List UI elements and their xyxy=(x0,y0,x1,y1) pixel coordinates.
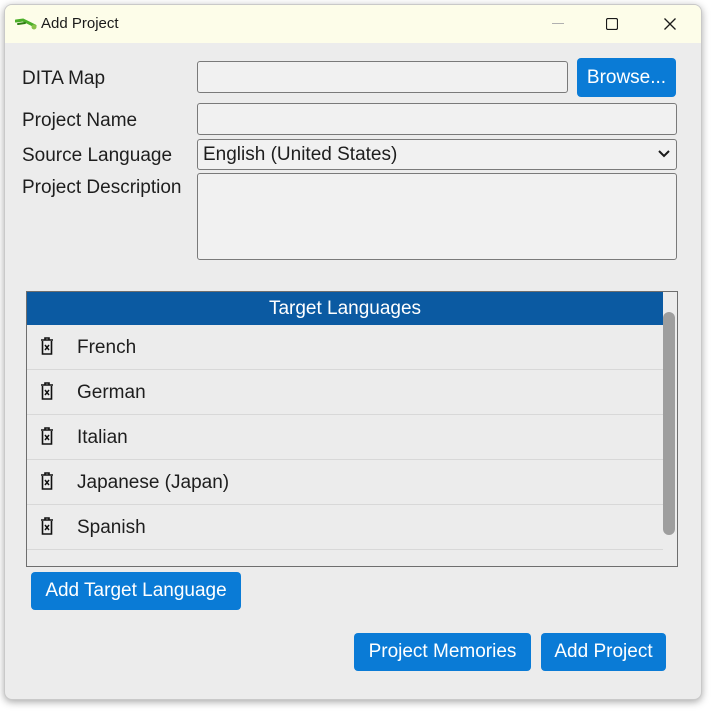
scrollbar-thumb[interactable] xyxy=(663,312,675,535)
add-project-button[interactable]: Add Project xyxy=(541,633,666,671)
project-memories-button[interactable]: Project Memories xyxy=(354,633,531,671)
language-label: German xyxy=(77,382,146,403)
project-name-field[interactable] xyxy=(197,103,677,135)
project-description-field[interactable] xyxy=(197,173,677,260)
title-bar: Add Project xyxy=(5,5,701,43)
list-item: Spanish xyxy=(27,505,663,550)
trash-icon[interactable] xyxy=(40,427,54,445)
project-description-label: Project Description xyxy=(22,177,182,198)
target-languages-panel: Target Languages French German Italian J… xyxy=(26,291,678,567)
trash-icon[interactable] xyxy=(40,337,54,355)
minimize-button[interactable] xyxy=(535,5,581,43)
trash-icon[interactable] xyxy=(40,472,54,490)
maximize-button[interactable] xyxy=(589,5,635,43)
source-language-select[interactable]: English (United States) xyxy=(197,139,677,170)
add-target-language-button[interactable]: Add Target Language xyxy=(31,572,241,610)
list-item: German xyxy=(27,370,663,415)
dita-map-field[interactable] xyxy=(197,61,568,93)
list-item: French xyxy=(27,325,663,370)
source-language-value: English (United States) xyxy=(203,144,398,165)
maximize-icon xyxy=(606,18,618,30)
project-name-label: Project Name xyxy=(22,110,138,131)
browse-button[interactable]: Browse... xyxy=(577,58,676,97)
list-item: Italian xyxy=(27,415,663,460)
language-label: Italian xyxy=(77,427,128,448)
app-icon xyxy=(15,18,37,30)
trash-icon[interactable] xyxy=(40,517,54,535)
target-languages-header: Target Languages xyxy=(27,292,663,325)
target-languages-list: French German Italian Japanese (Japan) S… xyxy=(27,325,663,550)
list-item: Japanese (Japan) xyxy=(27,460,663,505)
language-label: Spanish xyxy=(77,517,146,538)
source-language-label: Source Language xyxy=(22,145,173,166)
close-icon xyxy=(664,18,676,30)
close-button[interactable] xyxy=(647,5,693,43)
minimize-icon xyxy=(552,23,564,24)
language-label: Japanese (Japan) xyxy=(77,472,230,493)
trash-icon[interactable] xyxy=(40,382,54,400)
chevron-down-icon xyxy=(658,150,670,158)
add-project-window: Add Project DITA Map Browse... Project N… xyxy=(4,4,702,700)
language-label: French xyxy=(77,337,137,358)
dita-map-label: DITA Map xyxy=(22,68,106,89)
window-title: Add Project xyxy=(41,15,119,32)
